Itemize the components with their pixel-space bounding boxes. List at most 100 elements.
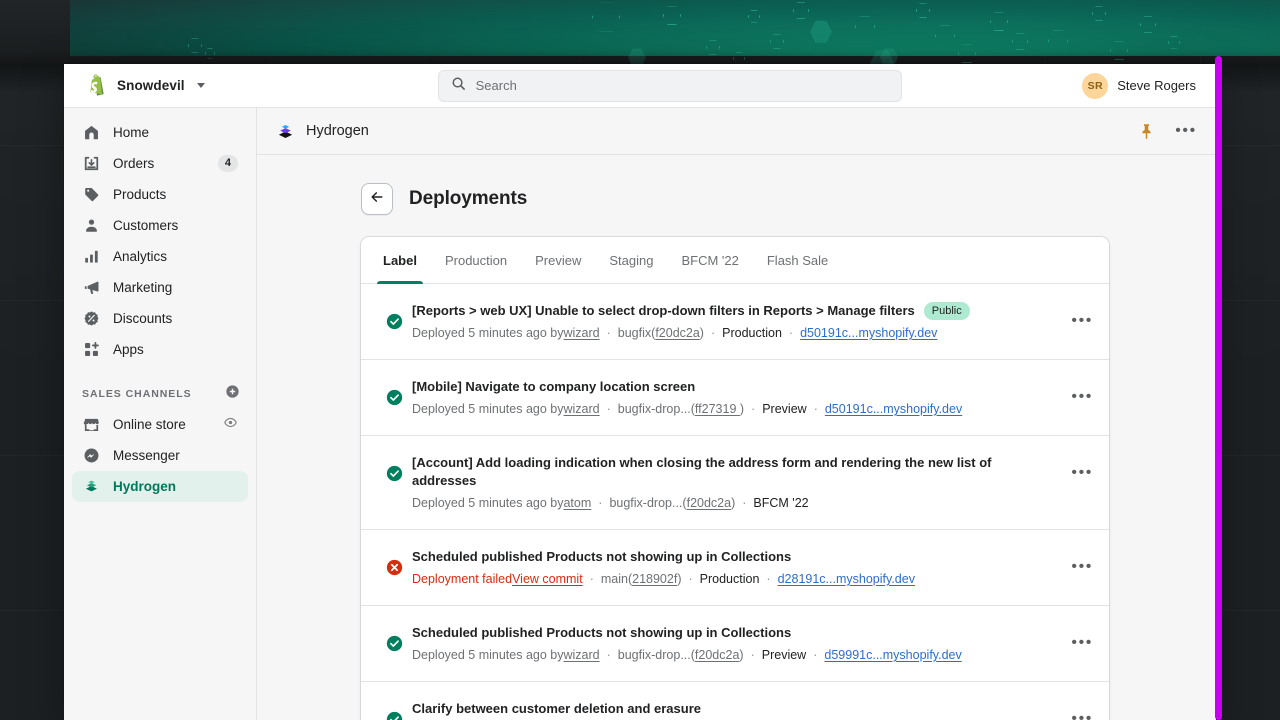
deployment-row[interactable]: Scheduled published Products not showing… <box>361 530 1109 606</box>
deployment-title-line: Scheduled published Products not showing… <box>412 624 1057 642</box>
meta-separator: · <box>606 402 611 416</box>
hexagon-decoration <box>810 20 832 43</box>
deployment-tabs: Label Production Preview Staging BFCM '22 Fla… <box>361 237 1109 284</box>
deployment-author[interactable]: wizard <box>563 325 599 342</box>
app-header: Hydrogen ••• <box>257 108 1216 155</box>
sidebar-item-home[interactable]: Home <box>72 117 248 148</box>
deployment-url-link[interactable]: d50191c...myshopify.dev <box>800 325 937 342</box>
user-name: Steve Rogers <box>1117 78 1196 93</box>
tab-staging[interactable]: Staging <box>595 237 667 283</box>
tab-production[interactable]: Production <box>431 237 521 283</box>
deployment-author[interactable]: wizard <box>563 647 599 664</box>
more-horizontal-icon[interactable]: ••• <box>1175 121 1196 141</box>
sidebar-item-apps[interactable]: Apps <box>72 334 248 365</box>
deployment-row[interactable]: [Mobile] Navigate to company location sc… <box>361 360 1109 436</box>
deployment-author[interactable]: wizard <box>563 401 599 418</box>
section-title: Sales channels <box>82 388 192 400</box>
commit-sha[interactable]: f20dc2a <box>655 326 699 340</box>
status-failed-icon <box>386 559 403 576</box>
row-more-icon[interactable]: ••• <box>1071 547 1093 576</box>
deployments-card: Label Production Preview Staging BFCM '22 Fla… <box>361 237 1109 720</box>
circle-plus-icon[interactable] <box>225 384 240 404</box>
hexagon-decoration <box>1048 30 1068 51</box>
messenger-icon <box>82 446 101 465</box>
storefront-icon <box>82 415 101 434</box>
view-commit-link[interactable]: View commit <box>512 571 583 588</box>
sidebar: Home Orders 4 Products Customers Analyti… <box>64 108 257 720</box>
deployment-row[interactable]: Scheduled published Products not showing… <box>361 606 1109 682</box>
deployment-title-line: [Reports > web UX] Unable to select drop… <box>412 302 1057 320</box>
sidebar-item-products[interactable]: Products <box>72 179 248 210</box>
row-more-icon[interactable]: ••• <box>1071 453 1093 482</box>
sidebar-item-label: Hydrogen <box>113 479 177 494</box>
row-more-icon[interactable]: ••• <box>1071 623 1093 652</box>
commit-sha[interactable]: f20dc2a <box>695 648 739 662</box>
sidebar-item-analytics[interactable]: Analytics <box>72 241 248 272</box>
deployment-meta-prefix: Deployed 5 minutes ago by <box>412 402 564 416</box>
branch-name: bugfix <box>617 326 652 340</box>
deployment-body: [Account] Add loading indication when cl… <box>412 453 1057 512</box>
sidebar-item-hydrogen[interactable]: Hydrogen <box>72 471 248 502</box>
hexagon-decoration <box>663 6 681 25</box>
deployment-title-line: [Account] Add loading indication when cl… <box>412 454 1057 490</box>
meta-separator: · <box>751 402 756 416</box>
deployment-meta: Deployed 5 minutes ago by atom · bugfix-dr… <box>412 495 1057 512</box>
deployment-url-link[interactable]: d50191c...myshopify.dev <box>825 401 962 418</box>
commit-sha[interactable]: f20dc2a <box>687 496 731 510</box>
branch-name: main <box>600 572 628 586</box>
pin-icon[interactable] <box>1136 121 1156 141</box>
hexagon-decoration <box>1140 16 1156 33</box>
deployment-row[interactable]: [Reports > web UX] Unable to select drop… <box>361 284 1109 360</box>
store-name: Snowdevil <box>117 78 185 93</box>
sidebar-item-label: Discounts <box>113 311 173 326</box>
page-scroll-area[interactable]: Deployments Label Production Preview Stagin… <box>257 155 1216 720</box>
back-button[interactable] <box>361 183 393 215</box>
deployment-body: Scheduled published Products not showing… <box>412 547 1057 588</box>
avatar: SR <box>1082 72 1109 99</box>
tab-label[interactable]: Label <box>369 237 431 284</box>
deployment-row[interactable]: Clarify between customer deletion and er… <box>361 682 1109 720</box>
deployment-url-link[interactable]: d28191c...myshopify.dev <box>778 571 915 588</box>
eye-icon[interactable] <box>223 415 238 435</box>
deployment-branch-commit: main(218902f) <box>600 572 682 586</box>
sidebar-item-orders[interactable]: Orders 4 <box>72 148 248 179</box>
search-box[interactable] <box>437 69 902 102</box>
commit-sha[interactable]: 218902f <box>632 572 677 586</box>
tab-preview[interactable]: Preview <box>521 237 595 283</box>
sidebar-item-online-store[interactable]: Online store <box>72 409 248 440</box>
hexagon-decoration <box>1092 6 1106 21</box>
deployment-row[interactable]: [Account] Add loading indication when cl… <box>361 436 1109 530</box>
commit-sha[interactable]: ff27319 <box>695 402 740 416</box>
tab-bfcm-22[interactable]: BFCM '22 <box>667 237 752 283</box>
deployment-environment: Preview <box>761 648 807 662</box>
deployment-author[interactable]: atom <box>563 495 591 512</box>
sidebar-item-label: Analytics <box>113 249 168 264</box>
sidebar-item-label: Apps <box>113 342 144 357</box>
row-more-icon[interactable]: ••• <box>1071 699 1093 720</box>
hexagon-decoration <box>935 25 955 46</box>
row-more-icon[interactable]: ••• <box>1071 301 1093 330</box>
deployment-branch-commit: bugfix-drop...(f20dc2a) <box>617 648 744 662</box>
deployment-url-link[interactable]: d59991c...myshopify.dev <box>824 647 961 664</box>
tab-flash-sale[interactable]: Flash Sale <box>753 237 842 283</box>
vertical-scrollbar[interactable] <box>1215 56 1222 720</box>
deployment-branch-commit: bugfix(f20dc2a) <box>617 326 704 340</box>
status-success-icon <box>386 389 403 406</box>
meta-separator: · <box>813 648 818 662</box>
deployment-meta: Deployment failed View commit · main(21890… <box>412 571 1057 588</box>
sidebar-item-label: Online store <box>113 417 186 432</box>
sidebar-item-marketing[interactable]: Marketing <box>72 272 248 303</box>
deployment-meta-prefix: Deployed 5 minutes ago by <box>412 648 564 662</box>
status-success-icon <box>386 313 403 330</box>
row-more-icon[interactable]: ••• <box>1071 377 1093 406</box>
shopify-logo <box>85 73 107 98</box>
store-switcher[interactable]: Snowdevil <box>64 73 257 98</box>
search-input[interactable] <box>475 78 889 93</box>
backdrop-hero-banner <box>70 0 1280 76</box>
search-icon <box>451 76 466 96</box>
sidebar-item-discounts[interactable]: Discounts <box>72 303 248 334</box>
sidebar-item-messenger[interactable]: Messenger <box>72 440 248 471</box>
sidebar-item-customers[interactable]: Customers <box>72 210 248 241</box>
hexagon-decoration <box>188 38 202 53</box>
user-menu[interactable]: SR Steve Rogers <box>1082 72 1216 99</box>
